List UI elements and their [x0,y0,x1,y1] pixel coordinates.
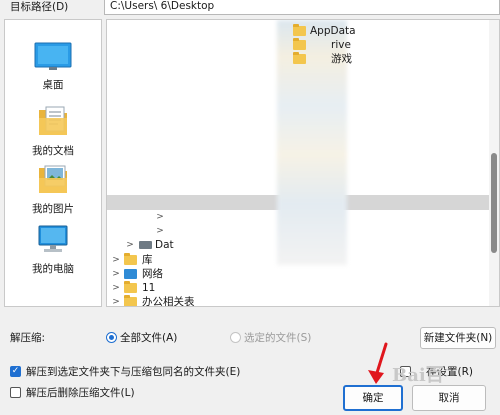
folder-icon [124,281,137,293]
folder-icon [293,52,306,64]
tree-node-label: 办公相关表 [142,296,195,307]
annotation-arrow-icon [368,342,388,384]
new-folder-button[interactable]: 新建文件夹(N) [420,327,496,349]
radio-selected-files [230,332,241,343]
tree-node-label: 游戏 [331,53,352,65]
delete-after-checkbox[interactable] [10,387,21,398]
scrollbar-thumb[interactable] [491,153,497,253]
extract-label: 解压缩: [10,332,46,344]
tree-node-label: rive [331,39,351,51]
sidebar-item-label: 桌面 [42,79,64,91]
target-path-label: 目标路径(D) [10,1,69,13]
tree-node[interactable]: AppData [293,24,356,38]
chevron-right-icon[interactable]: > [111,295,121,306]
chevron-right-icon[interactable]: > [111,267,121,281]
tree-node-label: 11 [142,282,156,294]
desktop-icon [34,42,72,70]
sidebar-item-documents[interactable]: 我的文档 [5,104,101,158]
tree-node[interactable]: > 库 [111,253,153,267]
cancel-button[interactable]: 取消 [412,385,486,411]
tree-node[interactable]: 游戏 [293,52,352,66]
chevron-right-icon[interactable]: > [125,238,135,252]
tree-node-label: 网络 [142,268,163,280]
chevron-right-icon[interactable]: > [111,253,121,267]
watermark: Bai百 [392,365,444,386]
network-icon [124,269,137,279]
target-path-input[interactable]: C:\Users\ 6\Desktop [104,0,500,15]
tree-node[interactable]: > 11 [111,281,155,295]
chevron-right-icon[interactable]: > [111,281,121,295]
computer-icon [38,225,68,252]
radio-all-files[interactable] [106,332,117,343]
tree-node[interactable]: > 网络 [111,267,163,281]
radio-selected-files-label: 选定的文件(S) [244,332,312,344]
sidebar-item-label: 我的电脑 [32,263,74,275]
radio-all-files-label: 全部文件(A) [120,332,178,344]
tree-node[interactable]: rive [293,38,351,52]
delete-after-label: 解压后删除压缩文件(L) [26,387,135,399]
sidebar-item-computer[interactable]: 我的电脑 [5,224,101,276]
folder-icon [293,24,306,36]
same-name-folder-checkbox[interactable]: ✓ [10,366,21,377]
tree-node[interactable]: > Dat [125,238,174,252]
tree-node-label: Dat [155,239,174,251]
chevron-right-icon[interactable]: > [155,210,165,224]
sidebar-item-label: 我的文档 [32,145,74,157]
sidebar-item-desktop[interactable]: 桌面 [5,42,101,92]
ok-button[interactable]: 确定 [343,385,403,411]
tree-node-label: AppData [310,25,356,37]
documents-icon [39,106,67,135]
folder-icon [293,38,306,50]
pictures-icon [39,165,67,193]
sidebar-item-pictures[interactable]: 我的图片 [5,162,101,216]
drive-icon [139,241,152,249]
places-sidebar: 桌面 我的文档 我的图片 我的电脑 [4,19,102,307]
sidebar-item-label: 我的图片 [32,203,74,215]
folder-icon [124,295,137,306]
same-name-folder-label: 解压到选定文件夹下与压缩包同名的文件夹(E) [26,366,241,378]
folder-tree[interactable]: AppData rive 游戏 > > > Dat > 库 > 网络 > 11 … [106,19,500,307]
tree-scrollbar[interactable] [489,20,499,306]
library-icon [124,253,137,265]
chevron-right-icon[interactable]: > [155,224,165,238]
tree-node-label: 库 [142,254,153,266]
tree-node[interactable]: > 办公相关表 [111,295,195,307]
